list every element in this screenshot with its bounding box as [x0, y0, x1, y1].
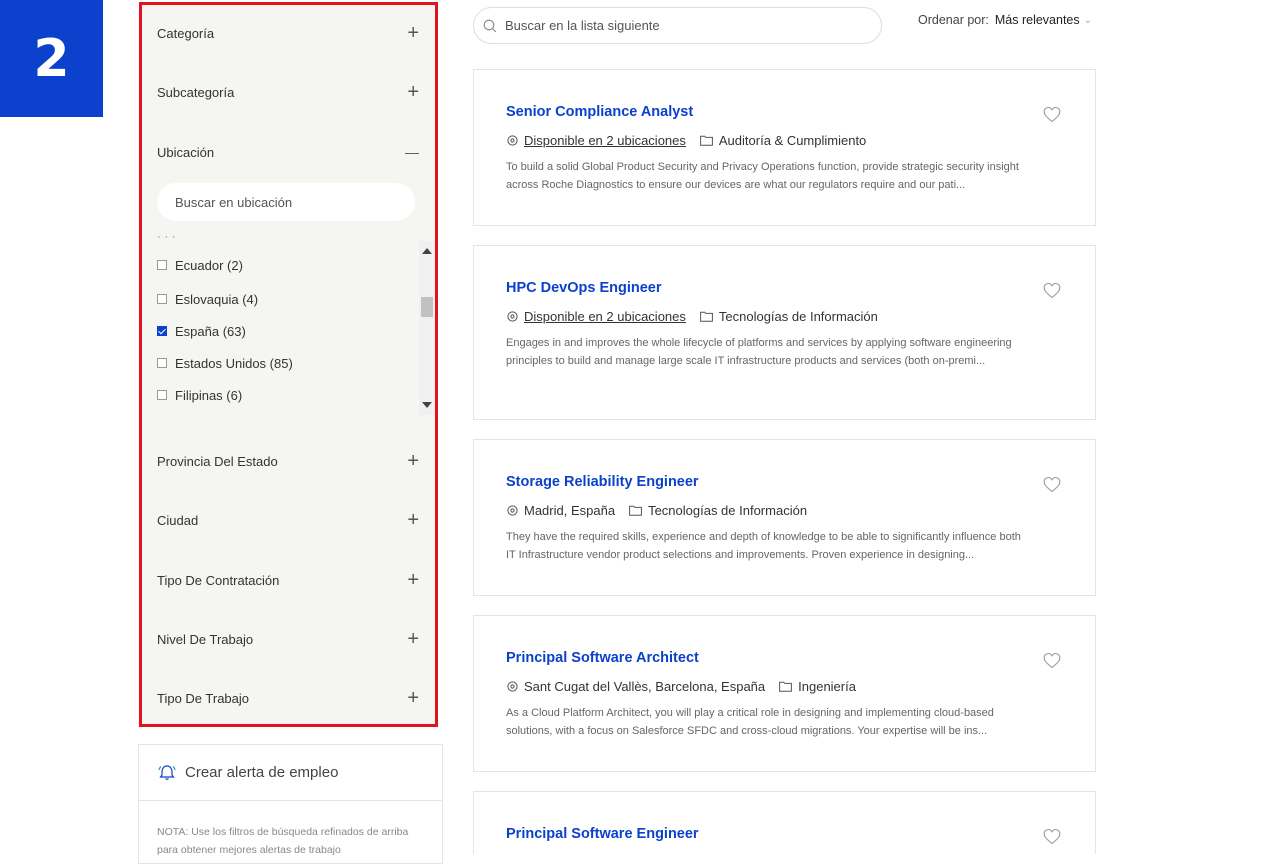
folder-icon — [699, 135, 713, 146]
location-option-label: Ecuador (2) — [175, 257, 243, 273]
list-search-input[interactable] — [503, 17, 867, 34]
step-number-badge: 2 — [0, 0, 103, 117]
checkbox-checked[interactable] — [157, 326, 167, 336]
location-pin-icon — [507, 505, 518, 516]
job-card: Storage Reliability Engineer Madrid, Esp… — [473, 439, 1096, 596]
location-list: · · · Ecuador (2) Eslovaquia (4) España … — [142, 235, 435, 415]
facet-label: Categoría — [157, 25, 215, 41]
facet-label: Ciudad — [157, 512, 199, 528]
job-category: Auditoría & Cumplimiento — [718, 133, 867, 148]
job-meta: Madrid, España Tecnologías de Informació… — [507, 503, 807, 518]
scroll-up-arrow-icon[interactable] — [422, 248, 432, 254]
expand-icon[interactable]: + — [407, 629, 419, 649]
facet-tipo-trabajo[interactable]: Tipo De Trabajo + — [142, 678, 435, 718]
location-option-estados-unidos[interactable]: Estados Unidos (85) — [157, 353, 293, 373]
location-pin-icon — [507, 135, 518, 146]
facet-ubicacion[interactable]: Ubicación — — [142, 132, 435, 172]
job-title-link[interactable]: Senior Compliance Analyst — [506, 104, 693, 120]
location-option-label: España (63) — [175, 323, 246, 339]
expand-icon[interactable]: + — [407, 23, 419, 43]
expand-icon[interactable]: + — [407, 688, 419, 708]
alert-note: NOTA: Use los filtros de búsqueda refina… — [157, 826, 409, 856]
location-pin-icon — [507, 681, 518, 692]
job-category: Ingeniería — [798, 679, 856, 694]
scroll-thumb[interactable] — [421, 297, 433, 317]
chevron-down-icon[interactable]: ⌄ — [1084, 15, 1092, 26]
location-option-label: Eslovaquia (4) — [175, 291, 259, 307]
job-card: HPC DevOps Engineer Disponible en 2 ubic… — [473, 245, 1096, 420]
folder-icon — [629, 505, 642, 516]
facet-label: Tipo De Trabajo — [157, 690, 250, 706]
checkbox[interactable] — [157, 260, 167, 270]
job-location-link[interactable]: Disponible en 2 ubicaciones — [524, 309, 686, 324]
job-category: Tecnologías de Información — [718, 309, 878, 324]
facet-label: Provincia Del Estado — [157, 453, 278, 469]
heart-icon[interactable] — [1043, 828, 1061, 845]
search-icon — [483, 19, 497, 32]
facet-label: Nivel De Trabajo — [157, 631, 254, 647]
checkbox[interactable] — [157, 294, 167, 304]
filter-panel: Categoría + Subcategoría + Ubicación — ·… — [139, 2, 438, 727]
job-title-link[interactable]: Storage Reliability Engineer — [506, 474, 699, 490]
folder-icon — [779, 681, 793, 692]
sort-control: Ordenar por: Más relevantes ⌄ — [918, 13, 1092, 27]
partial-list-item: · · · — [157, 235, 257, 241]
collapse-icon[interactable]: — — [405, 145, 419, 159]
facet-categoria[interactable]: Categoría + — [142, 13, 435, 53]
facet-label: Subcategoría — [157, 84, 235, 100]
job-card: Principal Software Engineer — [473, 791, 1096, 854]
facet-nivel-trabajo[interactable]: Nivel De Trabajo + — [142, 619, 435, 659]
job-card: Principal Software Architect Sant Cugat … — [473, 615, 1096, 772]
location-option-ecuador[interactable]: Ecuador (2) — [157, 255, 243, 275]
job-description: They have the required skills, experienc… — [506, 531, 1021, 561]
facet-provincia[interactable]: Provincia Del Estado + — [142, 441, 435, 481]
location-option-label: Estados Unidos (85) — [175, 355, 293, 371]
job-description: Engages in and improves the whole lifecy… — [506, 337, 1012, 367]
expand-icon[interactable]: + — [407, 451, 419, 471]
job-meta: Sant Cugat del Vallès, Barcelona, España… — [507, 679, 856, 694]
location-scrollbar[interactable] — [419, 241, 435, 415]
facet-ciudad[interactable]: Ciudad + — [142, 500, 435, 540]
job-description: To build a solid Global Product Security… — [506, 161, 1019, 191]
expand-icon[interactable]: + — [407, 510, 419, 530]
job-card: Senior Compliance Analyst Disponible en … — [473, 69, 1096, 226]
job-description: As a Cloud Platform Architect, you will … — [506, 707, 994, 737]
job-location: Sant Cugat del Vallès, Barcelona, España — [524, 679, 766, 694]
job-location: Madrid, España — [524, 503, 616, 518]
create-alert-label: Crear alerta de empleo — [185, 764, 339, 781]
facet-label: Tipo De Contratación — [157, 572, 280, 588]
scroll-down-arrow-icon[interactable] — [422, 402, 432, 408]
create-alert-button[interactable]: Crear alerta de empleo — [139, 745, 442, 801]
job-title-link[interactable]: Principal Software Architect — [506, 650, 699, 666]
list-search-box[interactable] — [473, 7, 882, 44]
job-meta: Disponible en 2 ubicaciones Auditoría & … — [507, 133, 866, 148]
heart-icon[interactable] — [1043, 652, 1061, 669]
location-pin-icon — [507, 311, 518, 322]
heart-icon[interactable] — [1043, 106, 1061, 123]
sort-label: Ordenar por: — [918, 13, 989, 27]
job-category: Tecnologías de Información — [648, 503, 808, 518]
location-option-eslovaquia[interactable]: Eslovaquia (4) — [157, 289, 258, 309]
job-title-link[interactable]: HPC DevOps Engineer — [506, 280, 662, 296]
bell-icon — [158, 764, 176, 780]
location-option-filipinas[interactable]: Filipinas (6) — [157, 385, 242, 405]
job-title-link[interactable]: Principal Software Engineer — [506, 826, 699, 842]
expand-icon[interactable]: + — [407, 570, 419, 590]
checkbox[interactable] — [157, 390, 167, 400]
location-option-espana[interactable]: España (63) — [157, 321, 246, 341]
checkbox[interactable] — [157, 358, 167, 368]
heart-icon[interactable] — [1043, 476, 1061, 493]
job-location-link[interactable]: Disponible en 2 ubicaciones — [524, 133, 686, 148]
facet-tipo-contratacion[interactable]: Tipo De Contratación + — [142, 560, 435, 600]
job-meta: Disponible en 2 ubicaciones Tecnologías … — [507, 309, 878, 324]
expand-icon[interactable]: + — [407, 82, 419, 102]
location-search-input[interactable] — [157, 183, 415, 221]
facet-label: Ubicación — [157, 144, 215, 160]
folder-icon — [699, 311, 713, 322]
job-alert-box: Crear alerta de empleo NOTA: Use los fil… — [138, 744, 443, 864]
heart-icon[interactable] — [1043, 282, 1061, 299]
location-option-label: Filipinas (6) — [175, 387, 243, 403]
sort-select[interactable]: Más relevantes — [995, 13, 1080, 27]
facet-subcategoria[interactable]: Subcategoría + — [142, 72, 435, 112]
